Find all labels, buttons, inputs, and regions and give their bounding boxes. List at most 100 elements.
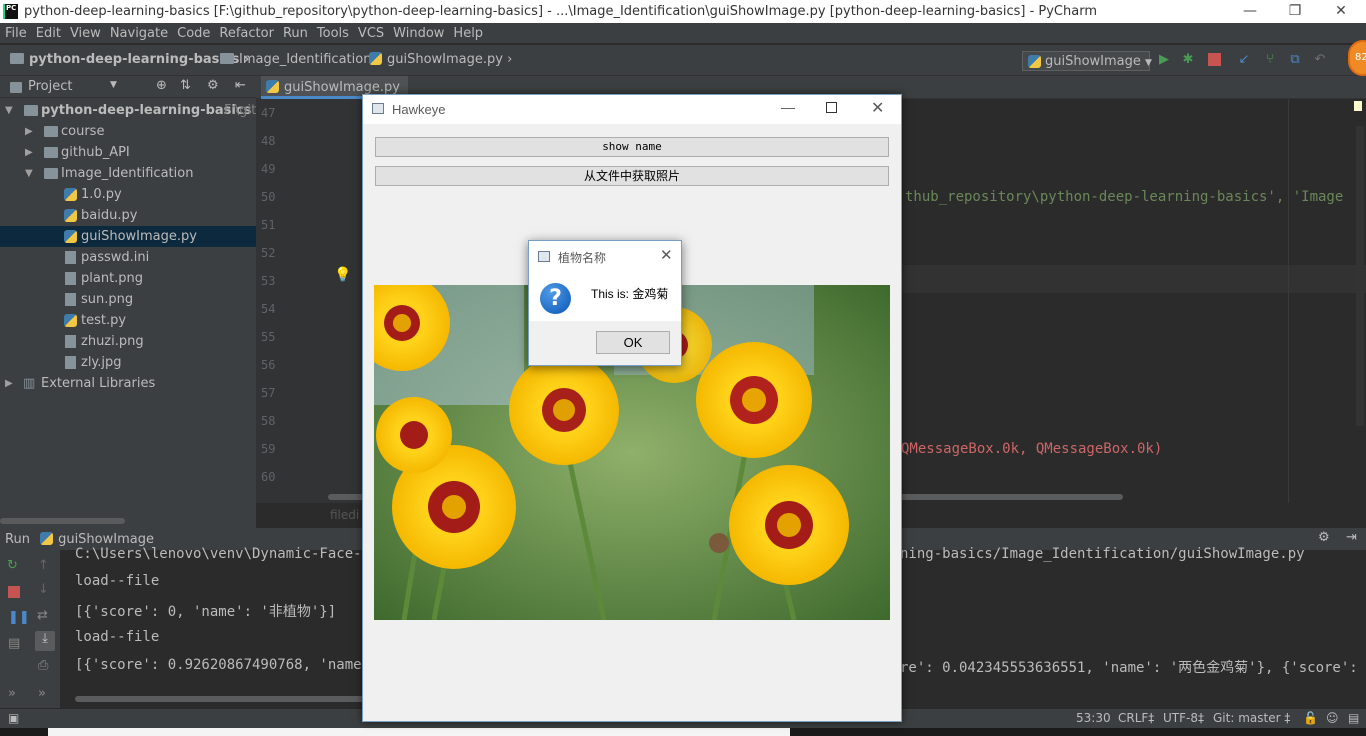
stop-icon[interactable] <box>1206 52 1222 68</box>
project-scrollbar[interactable] <box>0 518 125 524</box>
tree-item-file-selected[interactable]: guiShowImage.py <box>0 226 256 247</box>
tree-item-github-api[interactable]: ▶ github_API <box>0 142 256 163</box>
tree-item-file[interactable]: zhuzi.png <box>0 331 256 352</box>
run-config-tab[interactable]: guiShowImage <box>58 532 154 547</box>
print-icon[interactable]: ⎙ <box>38 658 48 673</box>
tree-item-external-libraries[interactable]: ▶ ▥ External Libraries <box>0 373 256 394</box>
menu-vcs[interactable]: VCS <box>353 23 388 41</box>
vcs-update-icon[interactable]: ↙ <box>1236 52 1252 68</box>
menu-file[interactable]: File <box>0 23 31 41</box>
taskbar-app[interactable] <box>48 728 790 736</box>
menu-help[interactable]: Help <box>448 23 487 41</box>
menu-window[interactable]: Window <box>388 23 448 41</box>
lock-icon[interactable]: 🔓 <box>1303 711 1318 725</box>
locate-icon[interactable]: ⊕ <box>156 78 167 93</box>
expand-icon[interactable]: » <box>8 686 16 701</box>
tree-label: test.py <box>81 313 127 328</box>
event-log-icon[interactable]: ▤ <box>1348 711 1359 725</box>
maximize-icon[interactable] <box>826 102 837 113</box>
up-icon[interactable]: ↑ <box>38 558 49 573</box>
avatar[interactable]: 82 <box>1348 40 1366 76</box>
restore-button[interactable]: ❐ <box>1285 2 1305 20</box>
vcs-commit-icon[interactable]: ⑂ <box>1262 52 1278 68</box>
console-scrollbar[interactable] <box>75 696 375 702</box>
tree-item-file[interactable]: test.py <box>0 310 256 331</box>
collapse-icon[interactable]: ⇅ <box>180 78 191 93</box>
python-file-icon <box>40 532 54 545</box>
console-line: re': 0.042345553636551, 'name': '两色金鸡菊'}… <box>900 660 1366 676</box>
menu-run[interactable]: Run <box>278 23 312 41</box>
close-button[interactable]: ✕ <box>1331 2 1351 20</box>
expanded-arrow-icon: ▼ <box>25 168 33 179</box>
minimize-icon[interactable]: — <box>781 99 795 115</box>
wrap-icon[interactable]: ⇄ <box>37 608 48 623</box>
console-line: [{'score': 0, 'name': '非植物'}] <box>75 604 337 620</box>
editor-vertical-scrollbar[interactable] <box>1356 126 1364 426</box>
hawkeye-window: Hawkeye — ✕ show name 从文件中获取照片 <box>362 94 902 722</box>
close-icon[interactable]: ✕ <box>871 98 884 118</box>
menu-refactor[interactable]: Refactor <box>214 23 278 41</box>
toggle-panels-icon[interactable]: ▣ <box>8 711 19 725</box>
menu-edit[interactable]: Edit <box>31 23 65 41</box>
stop-icon[interactable] <box>8 586 20 598</box>
line-separator[interactable]: CRLF‡ <box>1118 711 1154 725</box>
line-number: 49 <box>261 162 276 176</box>
gear-icon[interactable]: ⚙ <box>1318 530 1330 545</box>
hide-panel-icon[interactable]: ⇥ <box>1346 530 1357 545</box>
debug-icon[interactable]: ✱ <box>1180 52 1196 68</box>
code-line-50[interactable]: thub_repository\python-deep-learning-bas… <box>905 189 1343 205</box>
tree-item-file[interactable]: sun.png <box>0 289 256 310</box>
scroll-to-end-icon[interactable]: ⤓ <box>35 631 55 651</box>
show-name-button[interactable]: show name <box>375 137 889 157</box>
tree-item-course[interactable]: ▶ course <box>0 121 256 142</box>
breadcrumb-project[interactable]: python-deep-learning-basics › <box>10 52 249 67</box>
revert-icon[interactable]: ↶ <box>1312 52 1328 68</box>
tree-root[interactable]: ▼ python-deep-learning-basics F:\git <box>0 100 256 121</box>
code-line-59[interactable]: QMessageBox.0k, QMessageBox.0k) <box>901 441 1162 457</box>
close-icon[interactable]: ✕ <box>660 246 673 264</box>
tree-label: Image_Identification <box>61 166 194 181</box>
run-config-select[interactable]: guiShowImage ▼ <box>1022 51 1152 71</box>
python-file-icon <box>64 314 77 327</box>
window-titlebar: PC python-deep-learning-basics [F:\githu… <box>0 0 1366 23</box>
menu-code[interactable]: Code <box>172 23 214 41</box>
inspector-icon[interactable]: ☺ <box>1326 711 1339 725</box>
line-number: 50 <box>261 190 276 204</box>
file-encoding[interactable]: UTF-8‡ <box>1163 711 1204 725</box>
caret-position[interactable]: 53:30 <box>1076 711 1111 725</box>
menu-tools[interactable]: Tools <box>312 23 353 41</box>
folder-icon <box>44 168 58 179</box>
run-icon[interactable]: ▶ <box>1156 52 1172 68</box>
down-icon[interactable]: ↓ <box>38 582 49 597</box>
lightbulb-icon[interactable]: 💡 <box>334 267 351 283</box>
vcs-compare-icon[interactable]: ⧉ <box>1287 52 1303 68</box>
tree-item-image-identification[interactable]: ▼ Image_Identification <box>0 163 256 184</box>
more-icon[interactable]: » <box>38 686 46 701</box>
project-view-select[interactable]: Project <box>28 79 72 94</box>
load-photo-button[interactable]: 从文件中获取照片 <box>375 166 889 186</box>
rerun-icon[interactable]: ↻ <box>7 558 18 573</box>
project-panel-header: Project ▼ ⊕ ⇅ ⚙ ⇤ <box>0 76 256 98</box>
hide-panel-icon[interactable]: ⇤ <box>235 78 246 93</box>
breadcrumb-file[interactable]: guiShowImage.py › <box>369 52 512 67</box>
menu-navigate[interactable]: Navigate <box>105 23 172 41</box>
minimize-button[interactable]: — <box>1240 2 1260 20</box>
tree-item-file[interactable]: passwd.ini <box>0 247 256 268</box>
menu-view[interactable]: View <box>65 23 105 41</box>
tree-item-file[interactable]: plant.png <box>0 268 256 289</box>
vcs-branch[interactable]: Git: master ‡ <box>1213 711 1290 725</box>
image-file-icon <box>65 272 76 285</box>
gear-icon[interactable]: ⚙ <box>207 78 219 93</box>
ok-button[interactable]: OK <box>596 331 670 354</box>
layout-icon[interactable]: ▤ <box>8 636 20 651</box>
python-file-icon <box>64 188 77 201</box>
tree-item-file[interactable]: 1.0.py <box>0 184 256 205</box>
window-title: python-deep-learning-basics [F:\github_r… <box>24 4 1097 19</box>
breadcrumb-folder[interactable]: Image_Identification › <box>220 52 381 67</box>
tree-path: F:\git <box>224 103 257 118</box>
tree-item-file[interactable]: zly.jpg <box>0 352 256 373</box>
tree-item-file[interactable]: baidu.py <box>0 205 256 226</box>
chevron-down-icon[interactable]: ▼ <box>110 80 117 90</box>
pause-icon[interactable]: ❚❚ <box>8 610 30 625</box>
analysis-status-icon <box>1354 101 1362 111</box>
